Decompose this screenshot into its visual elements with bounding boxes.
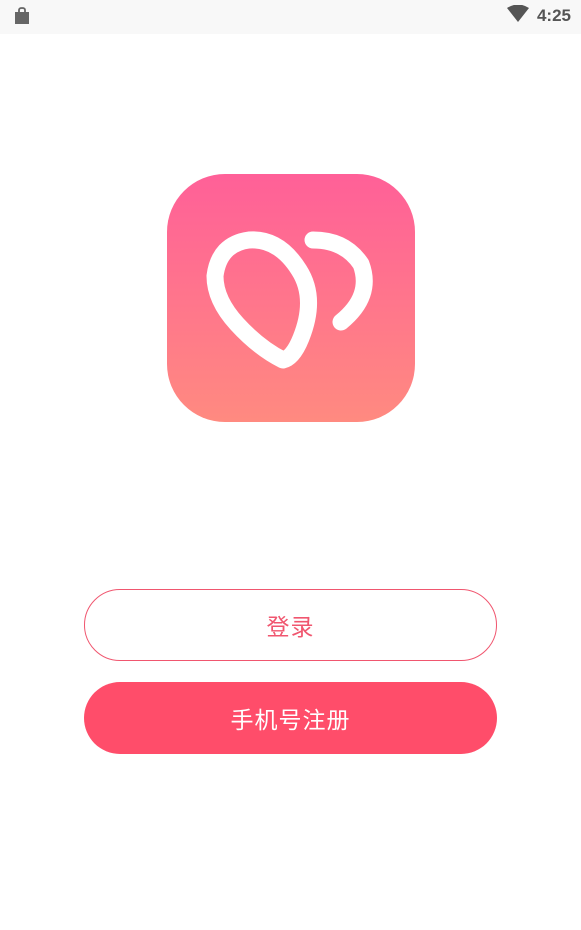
wifi-icon: [506, 4, 529, 27]
app-logo: [167, 174, 415, 422]
status-bar: 4:25: [0, 0, 581, 34]
login-button[interactable]: 登录: [84, 589, 497, 661]
shopping-bag-icon: [12, 6, 32, 26]
status-indicators: 4:25: [506, 4, 571, 28]
status-time: 4:25: [536, 6, 571, 25]
phone-register-button[interactable]: 手机号注册: [84, 682, 497, 754]
heart-drop-logo-icon: [167, 174, 415, 422]
